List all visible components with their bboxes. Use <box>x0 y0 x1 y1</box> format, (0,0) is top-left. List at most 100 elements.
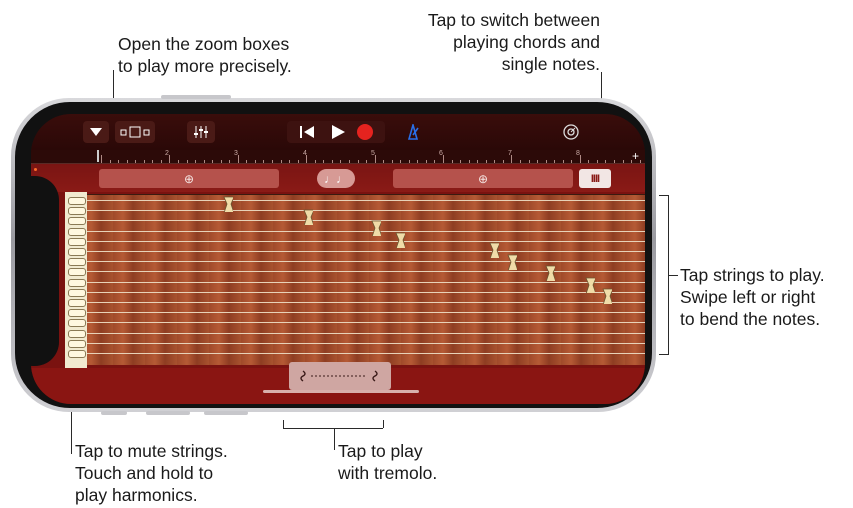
string[interactable] <box>81 271 645 273</box>
settings-gear-icon <box>563 124 579 140</box>
ruler-tick <box>511 155 513 163</box>
string[interactable] <box>81 281 645 283</box>
string[interactable] <box>81 332 645 334</box>
ruler-tick <box>195 160 197 163</box>
string[interactable] <box>81 302 645 303</box>
string[interactable] <box>81 220 645 222</box>
app-screen: 2 3 4 5 6 7 8 + ⊕ ♩♩ ⊕ IIII <box>31 114 645 404</box>
tuning-peg <box>68 237 86 246</box>
string[interactable] <box>81 353 645 354</box>
status-dot <box>34 168 37 171</box>
callout-mute: Tap to mute strings. Touch and hold to p… <box>75 441 228 505</box>
string[interactable] <box>81 342 645 344</box>
record-icon[interactable] <box>356 123 374 141</box>
ruler-tick <box>622 160 624 163</box>
bridge-piece <box>585 277 595 293</box>
leader-strings-h2 <box>659 354 669 355</box>
callout-switch: Tap to switch between playing chords and… <box>427 10 600 74</box>
ruler-tick <box>451 160 453 163</box>
leader-tremolo-v <box>334 428 335 450</box>
metronome-button[interactable] <box>401 121 425 143</box>
ruler-tick <box>528 160 530 163</box>
ruler-tick <box>348 160 350 163</box>
tuning-peg <box>68 339 86 348</box>
ruler-tick <box>263 160 265 163</box>
ruler-tick <box>366 160 368 163</box>
callout-zoom: Open the zoom boxes to play more precise… <box>118 34 292 76</box>
tuning-peg <box>68 319 86 328</box>
tremolo-icon <box>300 370 378 382</box>
ruler-tick <box>272 160 273 163</box>
views-button[interactable] <box>115 121 155 143</box>
tuning-peg <box>68 299 86 307</box>
browser-menu-button[interactable] <box>83 121 109 143</box>
ruler-tick <box>374 155 376 163</box>
ruler-tick <box>571 160 573 163</box>
tuning-peg <box>68 309 86 318</box>
ruler-tick <box>494 160 496 163</box>
ruler-tick <box>118 160 120 163</box>
toolbar <box>31 114 645 150</box>
string[interactable] <box>81 322 645 324</box>
add-section-button[interactable]: + <box>632 149 639 163</box>
leader-tremolo-h <box>283 428 383 429</box>
phone-frame: 2 3 4 5 6 7 8 + ⊕ ♩♩ ⊕ IIII <box>11 95 656 415</box>
string[interactable] <box>81 230 645 232</box>
ruler-tick <box>306 155 308 163</box>
tuning-peg <box>68 350 86 358</box>
string[interactable] <box>81 210 645 212</box>
play-icon[interactable] <box>330 124 346 140</box>
bridge-piece <box>489 242 499 258</box>
ruler-tick <box>545 160 547 163</box>
zoom-box-left[interactable]: ⊕ <box>99 169 279 188</box>
ruler-tick <box>485 160 487 163</box>
zoom-box-right[interactable]: ⊕ <box>393 169 573 188</box>
tuning-peg <box>68 288 86 297</box>
ruler-tick <box>280 160 282 163</box>
ruler-tick <box>596 160 598 163</box>
ruler-tick <box>639 160 641 163</box>
tuning-peg <box>68 207 86 216</box>
ruler-tick <box>434 160 436 163</box>
bridge-piece <box>602 288 612 304</box>
transport-group <box>287 121 385 143</box>
string[interactable] <box>81 291 645 293</box>
ruler-tick <box>135 160 137 163</box>
ruler-tick <box>391 160 393 163</box>
ruler-tick <box>143 160 145 163</box>
timeline-ruler[interactable]: 2 3 4 5 6 7 8 + <box>31 149 645 164</box>
string[interactable] <box>81 240 645 242</box>
string[interactable] <box>81 200 645 201</box>
ruler-tick <box>220 160 222 163</box>
ruler-tick <box>537 160 539 163</box>
ruler-tick <box>314 160 316 163</box>
home-indicator[interactable] <box>263 390 419 393</box>
tuning-peg <box>68 329 86 338</box>
rewind-icon[interactable] <box>298 125 320 139</box>
ruler-tick <box>109 160 111 163</box>
view-toggle-icon <box>120 126 150 138</box>
tuning-pegs-mute-area[interactable] <box>65 192 87 368</box>
notch <box>31 176 59 366</box>
metronome-icon <box>407 124 419 140</box>
string[interactable] <box>81 261 645 263</box>
string[interactable] <box>81 251 645 252</box>
callout-tremolo: Tap to play with tremolo. <box>338 441 438 483</box>
controls-row: ⊕ ♩♩ ⊕ IIII <box>31 164 645 192</box>
ruler-tick <box>152 160 154 163</box>
ruler-tick <box>212 160 214 163</box>
zoom-in-icon: ⊕ <box>477 171 489 186</box>
string[interactable] <box>81 312 645 314</box>
mixer-button[interactable] <box>187 121 215 143</box>
chords-notes-toggle[interactable]: ♩♩ <box>317 169 355 188</box>
ruler-tick <box>400 160 402 163</box>
tuning-peg <box>68 248 86 256</box>
bridge-piece <box>545 265 555 281</box>
ruler-tick <box>425 160 427 163</box>
ruler-tick <box>477 160 479 163</box>
ruler-tick <box>408 160 410 163</box>
chord-strips-switch[interactable]: IIII <box>579 169 611 188</box>
ruler-tick <box>169 155 171 163</box>
settings-button[interactable] <box>558 121 584 143</box>
tremolo-control[interactable] <box>289 362 391 390</box>
